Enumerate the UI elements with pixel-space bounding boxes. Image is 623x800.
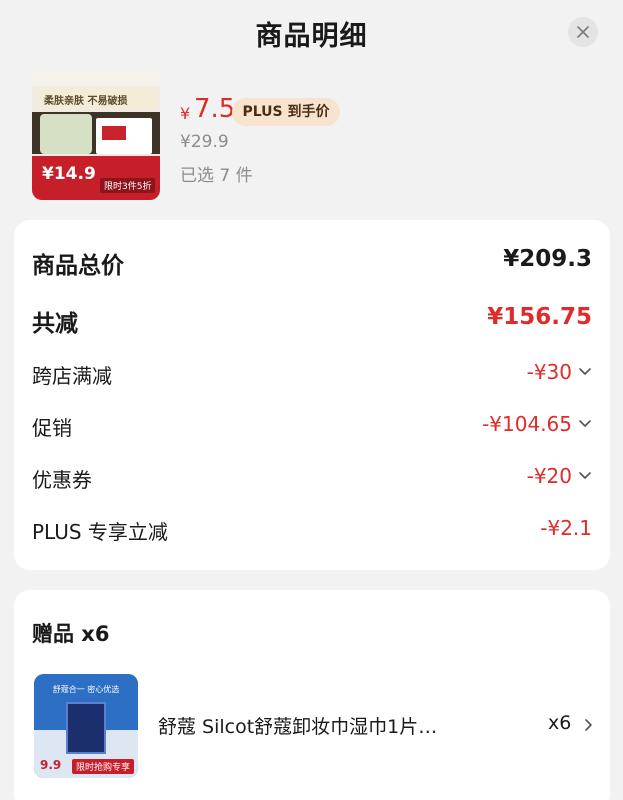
gifts-title: 赠品 x6 [32, 622, 110, 646]
total-row: 商品总价 ¥209.3 [32, 246, 592, 286]
gift-thumb-tag: 限时抢购专享 [72, 759, 135, 774]
product-thumbnail[interactable]: 柔肤亲肤 不易破损 ¥14.9 限时3件5折 [32, 72, 160, 200]
discount-label: 优惠券 [32, 468, 92, 492]
discount-label: 跨店满减 [32, 364, 112, 388]
thumb-slogan: 柔肤亲肤 不易破损 [38, 88, 158, 110]
thumb-deal-tag: 限时3件5折 [100, 178, 156, 193]
close-icon [577, 26, 589, 38]
chevron-down-icon [579, 420, 591, 427]
gift-quantity: x6 [548, 712, 572, 734]
discount-row-coupon[interactable]: 优惠券 -¥20 [32, 464, 592, 504]
gift-thumbnail[interactable]: 舒蔻合一 密心优选 9.9 限时抢购专享 [34, 674, 138, 778]
sheet-header: 商品明细 [0, 0, 623, 62]
page-title: 商品明细 [255, 21, 368, 52]
discount-row-plus: PLUS 专享立减 -¥2.1 [32, 516, 592, 556]
discount-row-promotion[interactable]: 促销 -¥104.65 [32, 412, 592, 452]
chevron-right-icon[interactable] [584, 718, 594, 732]
reduce-value: ¥156.75 [487, 304, 592, 330]
total-label: 商品总价 [32, 253, 124, 279]
gifts-card: 赠品 x6 舒蔻合一 密心优选 9.9 限时抢购专享 舒蔻 Silcot舒蔻卸妆… [14, 590, 610, 800]
total-value: ¥209.3 [503, 246, 592, 272]
gift-thumb-price: 9.9 [40, 758, 62, 772]
price-value: 7.5 [194, 94, 236, 124]
discount-row-cross-store[interactable]: 跨店满减 -¥30 [32, 360, 592, 400]
plus-price-badge: PLUS 到手价 [232, 98, 340, 126]
gift-name[interactable]: 舒蔻 Silcot舒蔻卸妆巾湿巾1片… [158, 712, 498, 739]
original-price: ¥29.9 [180, 132, 229, 152]
discount-value: -¥104.65 [482, 412, 572, 436]
chevron-down-icon [579, 472, 591, 479]
discount-value: -¥30 [526, 360, 572, 384]
price-summary-card: 商品总价 ¥209.3 共减 ¥156.75 跨店满减 -¥30 促销 -¥10… [14, 220, 610, 570]
discount-value: -¥2.1 [540, 516, 592, 540]
thumb-price: ¥14.9 [42, 164, 96, 184]
product-summary: 柔肤亲肤 不易破损 ¥14.9 限时3件5折 ¥ 7.5 PLUS 到手价 ¥2… [32, 72, 592, 202]
discount-label: PLUS 专享立减 [32, 520, 168, 544]
selected-count: 已选 7 件 [180, 166, 253, 186]
gift-thumb-header: 舒蔻合一 密心优选 [52, 685, 120, 694]
discount-label: 促销 [32, 416, 72, 440]
chevron-down-icon [579, 368, 591, 375]
price-currency: ¥ [180, 104, 191, 123]
close-button[interactable] [568, 17, 598, 47]
discount-value: -¥20 [526, 464, 572, 488]
reduce-label: 共减 [32, 311, 78, 337]
reduce-row: 共减 ¥156.75 [32, 304, 592, 344]
